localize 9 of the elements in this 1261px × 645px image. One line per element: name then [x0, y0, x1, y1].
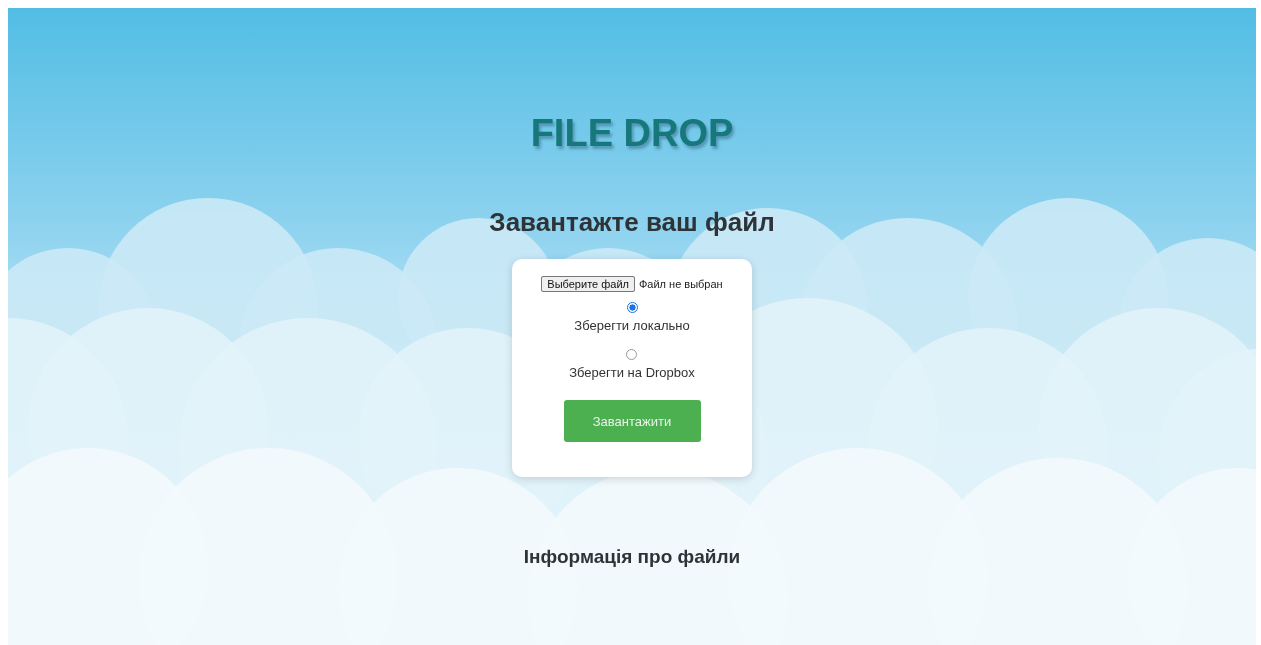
radio-label: Зберегти на Dropbox — [569, 365, 695, 380]
app-title: FILE DROP — [530, 112, 734, 155]
radio-button[interactable] — [626, 349, 638, 360]
file-info-heading: Інформація про файли — [523, 546, 741, 568]
upload-heading: Завантажте ваш файл — [489, 207, 775, 238]
choose-file-button[interactable]: Выберите файл — [541, 276, 635, 292]
radio-button[interactable] — [626, 302, 638, 313]
radio-label: Зберегти локально — [574, 318, 690, 333]
file-status: Файл не выбран — [638, 278, 723, 290]
